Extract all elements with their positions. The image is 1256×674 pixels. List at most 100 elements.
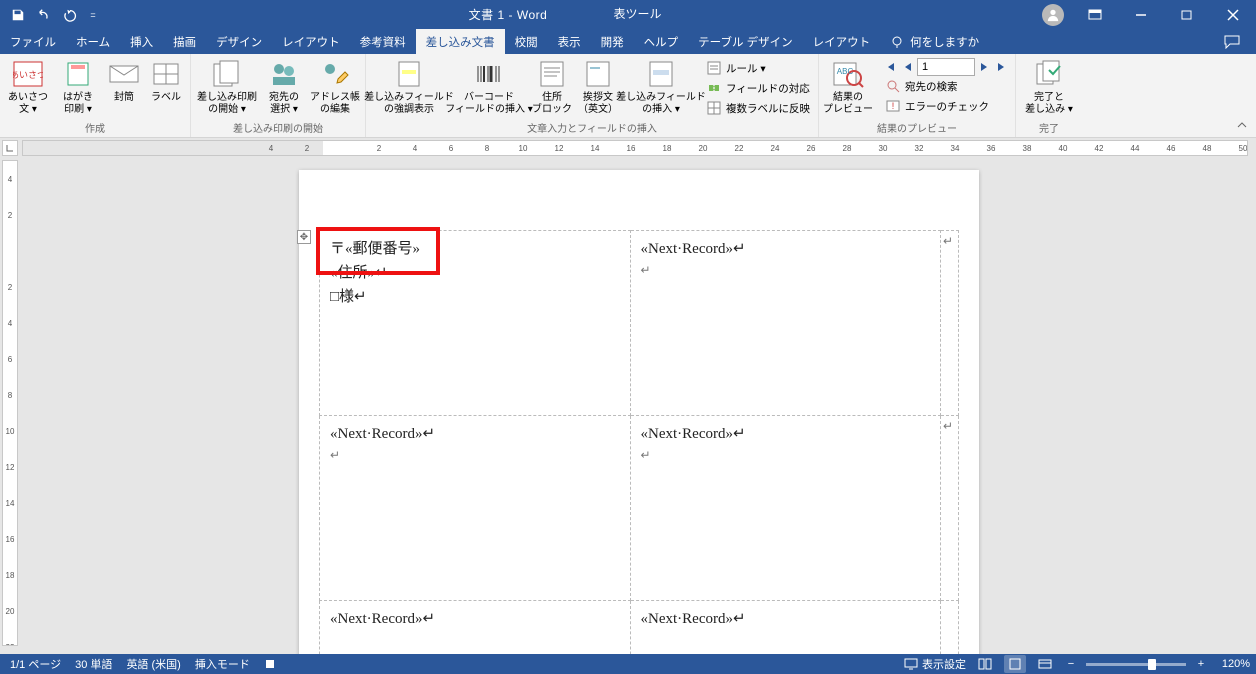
tab-help[interactable]: ヘルプ: [634, 29, 689, 54]
next-record-field[interactable]: «Next·Record»↵: [641, 422, 931, 446]
redo-button[interactable]: [58, 3, 82, 27]
select-recipients-button[interactable]: 宛先の 選択 ▾: [261, 56, 307, 116]
tab-references[interactable]: 参考資料: [350, 29, 416, 54]
view-web[interactable]: [1034, 655, 1056, 673]
display-settings[interactable]: 表示設定: [904, 656, 966, 672]
qat-customize[interactable]: =: [84, 3, 102, 27]
zoom-in[interactable]: +: [1194, 658, 1208, 670]
label-gutter[interactable]: ↵: [941, 416, 959, 601]
barcode-button[interactable]: バーコード フィールドの挿入 ▾: [450, 56, 528, 116]
label-cell-4[interactable]: «Next·Record»↵ ↵: [630, 416, 941, 601]
status-language[interactable]: 英語 (米国): [126, 656, 180, 672]
greeting-line-button[interactable]: 挨拶文 （英文）: [576, 56, 620, 116]
horizontal-ruler[interactable]: 4224681012141618202224262830323436384042…: [22, 140, 1248, 156]
label-cell-1[interactable]: 〒«郵便番号» «住所»↵ □様↵: [320, 231, 631, 416]
minimize-button[interactable]: [1118, 0, 1164, 29]
page[interactable]: ✥ 〒«郵便番号» «住所»↵ □様↵ «Next·Record»↵ ↵ ↵: [299, 170, 979, 654]
labels-icon: [150, 58, 182, 90]
greeting-icon: あいさつ: [12, 58, 44, 90]
update-labels-button[interactable]: 複数ラベルに反映: [702, 98, 814, 118]
tab-file[interactable]: ファイル: [0, 29, 66, 54]
tab-mailings[interactable]: 差し込み文書: [416, 29, 505, 54]
address-block-button[interactable]: 住所 ブロック: [530, 56, 574, 116]
merge-field-postal[interactable]: 〒«郵便番号»: [330, 237, 620, 261]
vertical-ruler[interactable]: 4224681012141618202224: [2, 160, 18, 646]
tab-table-layout[interactable]: レイアウト: [803, 29, 881, 54]
document-scroll[interactable]: ✥ 〒«郵便番号» «住所»↵ □様↵ «Next·Record»↵ ↵ ↵: [22, 160, 1256, 654]
next-record-field[interactable]: «Next·Record»↵: [330, 607, 620, 631]
start-mm-icon: [211, 58, 243, 90]
user-avatar[interactable]: [1042, 4, 1064, 26]
tab-view[interactable]: 表示: [548, 29, 591, 54]
tab-selector[interactable]: [2, 140, 18, 156]
status-words[interactable]: 30 単語: [75, 656, 112, 672]
finish-merge-button[interactable]: 完了と 差し込み ▾: [1020, 56, 1078, 116]
merge-field-address[interactable]: «住所»↵: [330, 261, 620, 285]
record-number-input[interactable]: [917, 58, 975, 76]
insert-field-icon: [645, 58, 677, 90]
zoom-slider[interactable]: [1086, 663, 1186, 666]
status-insert-mode[interactable]: 挿入モード: [195, 656, 250, 672]
next-record-field[interactable]: «Next·Record»↵: [641, 607, 931, 631]
label-cell-6[interactable]: «Next·Record»↵: [630, 601, 941, 655]
preview-results-button[interactable]: ABC 結果の プレビュー: [823, 56, 873, 116]
undo-button[interactable]: [32, 3, 56, 27]
labels-button[interactable]: ラベル: [146, 56, 186, 104]
view-read[interactable]: [974, 655, 996, 673]
label-cell-3[interactable]: «Next·Record»↵ ↵: [320, 416, 631, 601]
next-record[interactable]: [975, 58, 993, 76]
tab-table-design[interactable]: テーブル デザイン: [688, 29, 803, 54]
edit-recipient-list-button[interactable]: アドレス帳 の編集: [309, 56, 361, 116]
next-record-field[interactable]: «Next·Record»↵: [330, 422, 620, 446]
find-recipient-button[interactable]: 宛先の検索: [881, 76, 1011, 96]
tab-home[interactable]: ホーム: [66, 29, 120, 54]
match-fields-button[interactable]: フィールドの対応: [702, 78, 814, 98]
view-print[interactable]: [1004, 655, 1026, 673]
maximize-button[interactable]: [1164, 0, 1210, 29]
label-cell-2[interactable]: «Next·Record»↵ ↵: [630, 231, 941, 416]
postcard-button[interactable]: はがき 印刷 ▾: [54, 56, 102, 116]
save-button[interactable]: [6, 3, 30, 27]
tab-insert[interactable]: 挿入: [120, 29, 163, 54]
tab-design[interactable]: デザイン: [206, 29, 272, 54]
tell-me-search[interactable]: 何をしますか: [880, 29, 989, 54]
lightbulb-icon: [890, 35, 904, 49]
status-page[interactable]: 1/1 ページ: [10, 656, 61, 672]
collapse-ribbon-button[interactable]: [1234, 117, 1250, 133]
document-area: 4224681012141618202224262830323436384042…: [0, 138, 1256, 654]
label-gutter[interactable]: [941, 601, 959, 655]
greeting-button[interactable]: あいさつ あいさつ 文 ▾: [4, 56, 52, 116]
label-gutter[interactable]: ↵: [941, 231, 959, 416]
prev-record[interactable]: [899, 58, 917, 76]
labels-table[interactable]: 〒«郵便番号» «住所»↵ □様↵ «Next·Record»↵ ↵ ↵ «Ne…: [319, 230, 959, 654]
tab-review[interactable]: 校閲: [505, 29, 548, 54]
first-record[interactable]: [881, 58, 899, 76]
merge-field-name[interactable]: □様↵: [330, 285, 620, 309]
zoom-level[interactable]: 120%: [1216, 658, 1250, 670]
label-cell-5[interactable]: «Next·Record»↵: [320, 601, 631, 655]
last-record[interactable]: [993, 58, 1011, 76]
group-create-label: 作成: [4, 120, 186, 137]
envelope-label: 封筒: [114, 92, 134, 104]
labels-label: ラベル: [151, 92, 181, 104]
table-move-handle[interactable]: ✥: [297, 230, 311, 244]
tab-draw[interactable]: 描画: [163, 29, 206, 54]
rules-button[interactable]: ルール ▾: [702, 58, 814, 78]
comments-button[interactable]: [1218, 29, 1246, 54]
close-button[interactable]: [1210, 0, 1256, 29]
group-create: あいさつ あいさつ 文 ▾ はがき 印刷 ▾ 封筒 ラベル 作成: [0, 54, 191, 137]
zoom-out[interactable]: −: [1064, 658, 1078, 670]
next-record-field[interactable]: «Next·Record»↵: [641, 237, 931, 261]
tab-developer[interactable]: 開発: [591, 29, 634, 54]
start-mailmerge-button[interactable]: 差し込み印刷 の開始 ▾: [195, 56, 259, 116]
group-finish-label: 完了: [1020, 120, 1078, 137]
tab-layout[interactable]: レイアウト: [272, 29, 350, 54]
envelope-icon: [108, 58, 140, 90]
macro-record-icon[interactable]: [264, 658, 276, 670]
envelope-button[interactable]: 封筒: [104, 56, 144, 104]
start-mm-label: 差し込み印刷 の開始 ▾: [197, 92, 257, 116]
highlight-fields-button[interactable]: 差し込みフィールド の強調表示: [370, 56, 448, 116]
insert-merge-field-button[interactable]: 差し込みフィールド の挿入 ▾: [622, 56, 700, 116]
check-errors-button[interactable]: ! エラーのチェック: [881, 96, 1011, 116]
ribbon-display-button[interactable]: [1072, 0, 1118, 29]
